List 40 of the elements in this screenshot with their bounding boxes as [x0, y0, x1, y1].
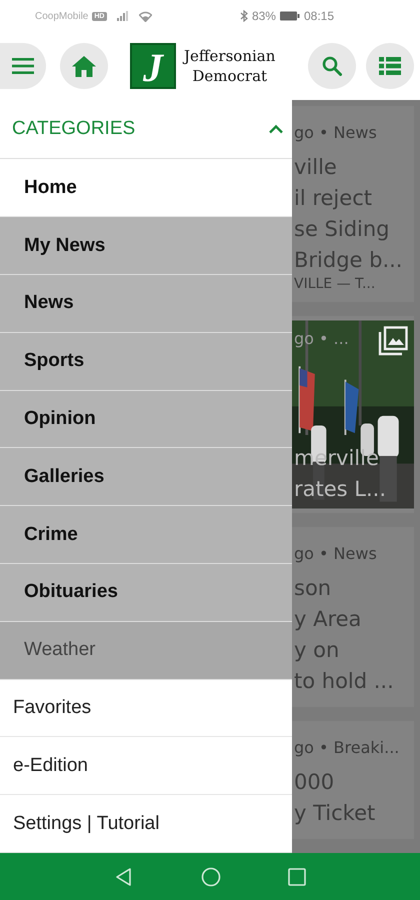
- home-button[interactable]: [60, 43, 108, 89]
- article-snippet: VILLE — T...: [294, 276, 376, 292]
- search-button[interactable]: [308, 43, 356, 89]
- signal-icon: [116, 11, 128, 21]
- article-title: 000 y Ticket: [294, 769, 376, 827]
- menu-item[interactable]: Opinion: [0, 390, 292, 448]
- article-meta: go • ...: [294, 328, 349, 350]
- gallery-icon: [378, 326, 408, 356]
- menu-item[interactable]: My News: [0, 217, 292, 275]
- carrier-name: CoopMobile: [35, 10, 88, 22]
- battery-percent: 83%: [252, 9, 276, 23]
- logo-mark: J: [130, 43, 176, 89]
- menu-item[interactable]: News: [0, 274, 292, 333]
- back-icon[interactable]: [114, 866, 134, 886]
- menu-item[interactable]: Sports: [0, 332, 292, 391]
- recents-icon[interactable]: [288, 868, 306, 886]
- article-meta: go • News: [294, 543, 378, 565]
- categories-header[interactable]: CATEGORIES: [0, 100, 292, 160]
- menu-icon: [12, 58, 34, 74]
- menu-item[interactable]: Favorites: [0, 680, 292, 738]
- article-meta: go • News: [294, 122, 378, 144]
- wifi-icon: [138, 10, 152, 22]
- logo-name: Jeffersonian Democrat: [184, 46, 276, 86]
- menu-item[interactable]: Obituaries: [0, 564, 292, 622]
- menu-item[interactable]: e-Edition: [0, 737, 292, 796]
- menu-button[interactable]: [0, 43, 46, 89]
- search-icon: [322, 56, 342, 76]
- menu-item[interactable]: Galleries: [0, 448, 292, 506]
- home-circle-icon[interactable]: [200, 866, 221, 886]
- battery-icon: [280, 11, 300, 21]
- clock-time: 08:15: [304, 9, 334, 23]
- list-view-button[interactable]: [366, 43, 414, 89]
- home-icon: [72, 56, 96, 76]
- list-icon: [379, 57, 401, 75]
- article-meta: go • Breaki...: [294, 737, 400, 759]
- article-title: ville il reject se Siding Bridge b...: [294, 154, 404, 274]
- bluetooth-icon: [240, 10, 248, 22]
- article-title: son y Area y on to hold ...: [294, 575, 395, 695]
- menu-item[interactable]: Crime: [0, 506, 292, 564]
- menu-item[interactable]: Weather: [0, 622, 292, 680]
